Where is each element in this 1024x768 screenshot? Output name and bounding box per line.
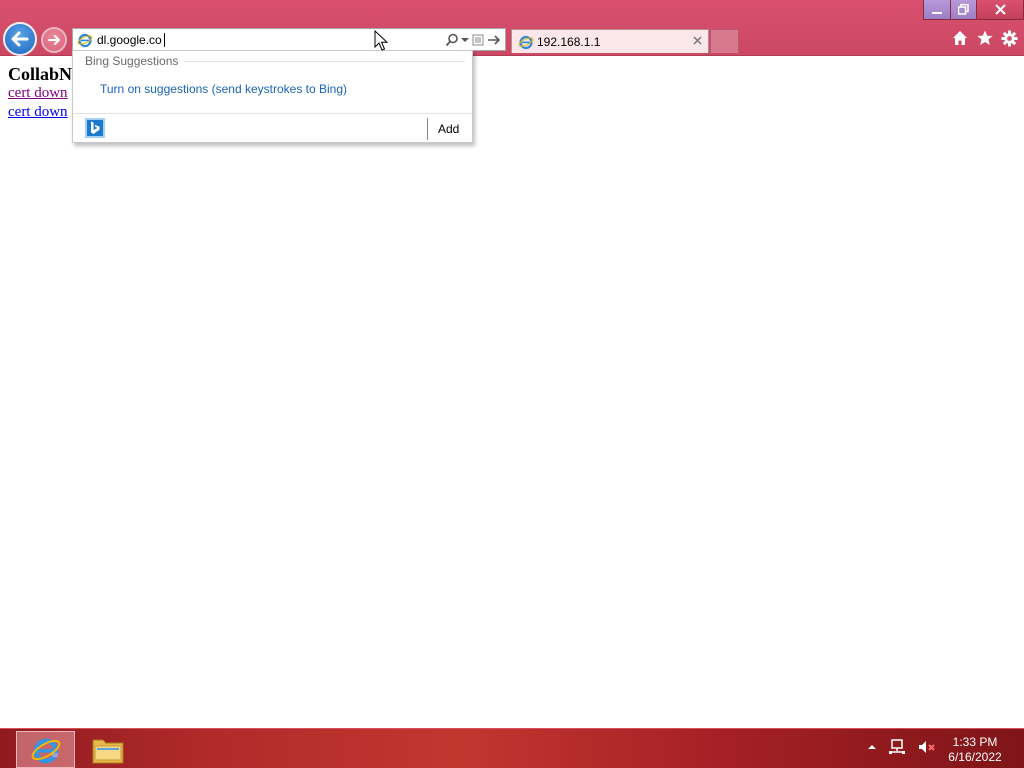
gear-icon xyxy=(1001,30,1018,46)
address-input[interactable] xyxy=(97,30,397,50)
arrow-right-icon xyxy=(48,35,60,45)
taskbar-file-explorer[interactable] xyxy=(82,731,134,768)
system-clock[interactable]: 1:33 PM 6/16/2022 xyxy=(942,735,1008,765)
minimize-button[interactable] xyxy=(923,0,950,20)
restore-button[interactable] xyxy=(950,0,976,20)
home-button[interactable] xyxy=(951,29,968,47)
ie-page-icon xyxy=(518,35,534,50)
restore-icon xyxy=(958,4,969,15)
search-button[interactable] xyxy=(445,31,459,49)
compatibility-view-button[interactable] xyxy=(471,31,485,49)
browser-tools xyxy=(951,29,1018,47)
address-suggestions-dropdown: Bing Suggestions Turn on suggestions (se… xyxy=(72,50,473,143)
chevron-up-icon xyxy=(868,745,876,749)
network-icon xyxy=(889,739,905,754)
divider xyxy=(427,118,428,140)
show-hidden-icons-button[interactable] xyxy=(868,744,876,750)
clock-date: 6/16/2022 xyxy=(948,750,1002,764)
cert-download-link[interactable]: cert down xyxy=(8,103,72,122)
ie-page-icon xyxy=(77,33,93,48)
home-icon xyxy=(952,31,967,45)
arrow-left-icon xyxy=(11,31,29,47)
internet-explorer-icon xyxy=(31,738,60,763)
forward-button[interactable] xyxy=(41,27,67,53)
window-controls xyxy=(923,0,1024,20)
compatibility-icon xyxy=(472,34,484,46)
clock-time: 1:33 PM xyxy=(952,735,998,749)
suggestions-header-label: Bing Suggestions xyxy=(85,54,179,68)
address-bar[interactable] xyxy=(72,28,506,51)
go-button[interactable] xyxy=(487,31,501,49)
close-icon xyxy=(994,4,1006,15)
text-caret xyxy=(164,33,165,47)
tab-192-168-1-1[interactable]: 192.168.1.1 xyxy=(511,29,709,53)
search-icon xyxy=(445,33,458,47)
network-status-button[interactable] xyxy=(888,739,906,755)
star-icon xyxy=(976,30,993,45)
volume-muted-icon xyxy=(919,741,935,753)
arrow-right-icon xyxy=(488,35,501,45)
cert-download-link[interactable]: cert down xyxy=(8,84,72,103)
suggestions-header: Bing Suggestions xyxy=(85,54,465,68)
add-search-provider-button[interactable]: Add xyxy=(438,122,459,136)
mouse-cursor-icon xyxy=(374,30,388,51)
back-button[interactable] xyxy=(3,22,37,56)
browser-toolbar: 192.168.1.1 xyxy=(0,0,1024,56)
close-window-button[interactable] xyxy=(976,0,1024,20)
bing-search-provider-button[interactable] xyxy=(85,118,105,138)
minimize-icon xyxy=(932,11,942,14)
address-tools xyxy=(445,31,501,49)
folder-icon xyxy=(92,739,124,763)
close-icon xyxy=(692,35,702,45)
tab-close-button[interactable] xyxy=(690,33,704,47)
tab-title: 192.168.1.1 xyxy=(537,35,601,49)
suggestions-footer: Add xyxy=(73,113,472,143)
divider xyxy=(184,60,465,62)
turn-on-suggestions-link[interactable]: Turn on suggestions (send keystrokes to … xyxy=(100,82,347,96)
page-content: CollabN cert down cert down xyxy=(8,64,72,122)
volume-button[interactable] xyxy=(918,739,936,755)
taskbar: 1:33 PM 6/16/2022 xyxy=(0,728,1024,768)
tools-button[interactable] xyxy=(1001,29,1018,47)
chevron-down-icon xyxy=(461,38,469,42)
search-dropdown-button[interactable] xyxy=(461,31,469,49)
favorites-button[interactable] xyxy=(976,29,993,47)
system-tray xyxy=(868,739,936,755)
bing-icon xyxy=(91,121,100,134)
new-tab-button[interactable] xyxy=(710,29,739,53)
page-heading: CollabN xyxy=(8,64,73,84)
taskbar-internet-explorer[interactable] xyxy=(16,731,75,768)
